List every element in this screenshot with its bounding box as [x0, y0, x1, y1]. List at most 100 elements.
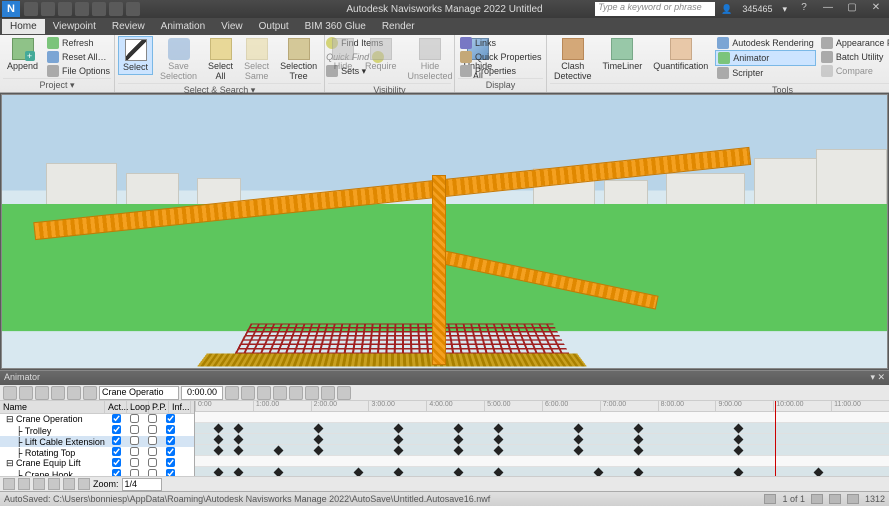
tab-review[interactable]: Review — [104, 19, 153, 34]
qat-more-icon[interactable] — [126, 2, 140, 16]
add-scene-icon[interactable] — [3, 478, 15, 490]
hide-button[interactable]: Hide — [328, 36, 358, 73]
move-up-icon[interactable] — [63, 478, 75, 490]
tree-row[interactable]: ├ Lift Cable Extension — [0, 436, 194, 447]
keyframe[interactable] — [454, 446, 464, 456]
tab-render[interactable]: Render — [374, 19, 423, 34]
batch-utility-button[interactable]: Batch Utility — [819, 50, 889, 64]
scene-selector[interactable]: Crane Operatio — [99, 386, 179, 400]
keyframe[interactable] — [574, 435, 584, 445]
tree-row[interactable]: ⊟ Crane Operation — [0, 414, 194, 425]
timeline-track[interactable] — [195, 434, 889, 445]
app-logo-icon[interactable]: N — [2, 1, 20, 17]
transparency-icon[interactable] — [67, 386, 81, 400]
keyframe[interactable] — [214, 468, 224, 476]
keyframe[interactable] — [634, 435, 644, 445]
tree-row[interactable]: ⊟ Crane Equip Lift — [0, 458, 194, 469]
timeline-track[interactable] — [195, 423, 889, 434]
quick-properties-button[interactable]: Quick Properties — [458, 50, 544, 64]
reset-all-button[interactable]: Reset All… — [45, 50, 112, 64]
add-camera-icon[interactable] — [18, 478, 30, 490]
keyframe[interactable] — [274, 468, 284, 476]
qat-new-icon[interactable] — [24, 2, 38, 16]
links-button[interactable]: Links — [458, 36, 544, 50]
select-all-button[interactable]: Select All — [204, 36, 237, 83]
qat-print-icon[interactable] — [75, 2, 89, 16]
play-icon[interactable] — [305, 386, 319, 400]
appearance-profiler-button[interactable]: Appearance Profiler — [819, 36, 889, 50]
clash-detective-button[interactable]: Clash Detective — [550, 36, 596, 83]
keyframe[interactable] — [734, 424, 744, 434]
keyframe[interactable] — [394, 446, 404, 456]
delete-icon[interactable] — [48, 478, 60, 490]
keyframe[interactable] — [314, 424, 324, 434]
keyframe[interactable] — [634, 468, 644, 476]
play-back-icon[interactable] — [257, 386, 271, 400]
rotate-icon[interactable] — [19, 386, 33, 400]
keyframe[interactable] — [814, 468, 824, 476]
require-button[interactable]: Require — [361, 36, 401, 73]
color-icon[interactable] — [51, 386, 65, 400]
viewport-3d[interactable] — [1, 94, 888, 369]
refresh-button[interactable]: Refresh — [45, 36, 112, 50]
tree-row[interactable]: ├ Trolley — [0, 425, 194, 436]
keyframe[interactable] — [234, 435, 244, 445]
keyframe[interactable] — [394, 435, 404, 445]
qat-save-icon[interactable] — [58, 2, 72, 16]
tab-bim360[interactable]: BIM 360 Glue — [297, 19, 374, 34]
hide-unselected-button[interactable]: Hide Unselected — [404, 36, 457, 83]
user-name[interactable]: 345465 — [742, 4, 772, 14]
user-icon[interactable]: 👤 — [721, 4, 732, 15]
timeline-track[interactable] — [195, 467, 889, 476]
playhead[interactable] — [775, 401, 776, 476]
panel-toggle-icon[interactable]: ▾ ✕ — [870, 372, 885, 384]
zoom-selector[interactable]: 1/4 — [122, 478, 162, 491]
keyframe[interactable] — [214, 435, 224, 445]
qat-open-icon[interactable] — [41, 2, 55, 16]
keyframe[interactable] — [734, 468, 744, 476]
timeline-track[interactable] — [195, 412, 889, 423]
time-display[interactable]: 0:00.00 — [181, 386, 223, 400]
save-selection-button[interactable]: Save Selection — [156, 36, 201, 83]
quantification-button[interactable]: Quantification — [649, 36, 712, 73]
select-same-button[interactable]: Select Same — [240, 36, 273, 83]
keyframe[interactable] — [454, 468, 464, 476]
keyframe[interactable] — [394, 424, 404, 434]
compare-button[interactable]: Compare — [819, 64, 889, 78]
keyframe[interactable] — [454, 435, 464, 445]
qat-undo-icon[interactable] — [92, 2, 106, 16]
step-back-icon[interactable] — [241, 386, 255, 400]
keyframe[interactable] — [574, 446, 584, 456]
keyframe[interactable] — [234, 446, 244, 456]
maximize-button[interactable]: ▢ — [841, 2, 863, 16]
fast-fwd-icon[interactable] — [337, 386, 351, 400]
append-button[interactable]: Append — [3, 36, 42, 73]
sheet-next-icon[interactable] — [811, 494, 823, 504]
keyframe[interactable] — [734, 446, 744, 456]
keyframe[interactable] — [214, 446, 224, 456]
keyframe[interactable] — [274, 446, 284, 456]
timeline[interactable]: 0:001:00.002:00.003:00.004:00.005:00.006… — [195, 401, 889, 476]
scale-icon[interactable] — [35, 386, 49, 400]
pause-icon[interactable] — [289, 386, 303, 400]
timeliner-button[interactable]: TimeLiner — [599, 36, 647, 73]
keyframe[interactable] — [494, 446, 504, 456]
keyframe[interactable] — [634, 424, 644, 434]
add-set-icon[interactable] — [33, 478, 45, 490]
move-down-icon[interactable] — [78, 478, 90, 490]
keyframe[interactable] — [734, 435, 744, 445]
tab-viewpoint[interactable]: Viewpoint — [45, 19, 104, 34]
minimize-button[interactable]: — — [817, 2, 839, 16]
tree-row[interactable]: ├ Rotating Top — [0, 447, 194, 458]
disk-icon[interactable] — [829, 494, 841, 504]
keyframe[interactable] — [314, 435, 324, 445]
keyframe[interactable] — [494, 468, 504, 476]
rewind-icon[interactable] — [225, 386, 239, 400]
step-fwd-icon[interactable] — [321, 386, 335, 400]
timeline-track[interactable] — [195, 456, 889, 467]
translate-icon[interactable] — [3, 386, 17, 400]
tab-view[interactable]: View — [213, 19, 251, 34]
keyframe[interactable] — [394, 468, 404, 476]
qat-redo-icon[interactable] — [109, 2, 123, 16]
timeline-track[interactable] — [195, 445, 889, 456]
